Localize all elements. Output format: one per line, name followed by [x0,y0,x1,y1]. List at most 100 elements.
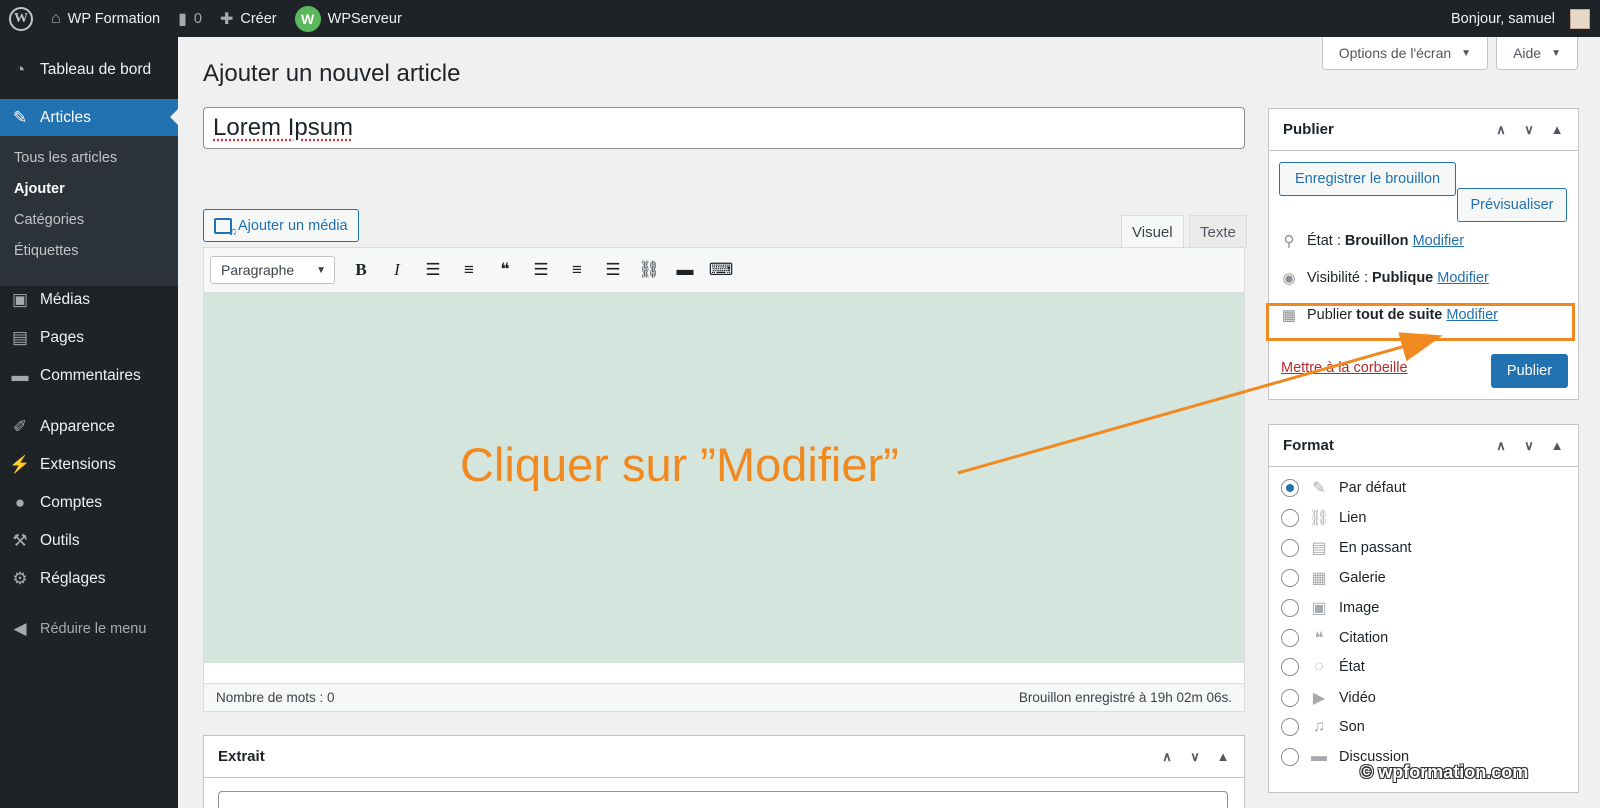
visibility-row: ◉ Visibilité : Publique Modifier [1279,269,1489,287]
format-option-video[interactable]: ▶ Vidéo [1281,688,1376,708]
menu-label: Médias [40,290,90,308]
radio-button[interactable] [1281,599,1299,617]
publish-time-row: ▦ Publier tout de suite Modifier [1279,306,1498,324]
menu-item-appearance[interactable]: ✐ Apparence [0,408,178,445]
format-option-label: Son [1339,719,1365,735]
media-icon: ▣ [11,289,29,309]
align-left-icon[interactable]: ☰ [523,255,559,285]
aside-icon: ▤ [1311,540,1327,557]
site-name-label: WP Formation [67,10,161,27]
format-box: Format ∧ ∨ ▲ ✎ Par défaut ⛓ Lien ▤ En pa… [1268,424,1579,793]
format-option-label: Galerie [1339,570,1386,586]
move-down-icon[interactable]: ∨ [1522,438,1536,454]
submenu-categories[interactable]: Catégories [14,212,84,228]
link-icon[interactable]: ⛓ [631,255,667,285]
bullet-list-icon[interactable]: ☰ [415,255,451,285]
align-right-icon[interactable]: ☰ [595,255,631,285]
menu-item-dashboard[interactable]: ◔ Tableau de bord [0,51,178,88]
format-option-gallery[interactable]: ▦ Galerie [1281,568,1386,588]
format-option-image[interactable]: ▣ Image [1281,598,1379,618]
help-button[interactable]: Aide ▼ [1496,37,1578,70]
status-label: État : [1307,233,1341,249]
menu-label: Pages [40,328,84,346]
move-up-icon[interactable]: ∧ [1494,122,1508,138]
tab-visual[interactable]: Visuel [1121,215,1184,248]
collapse-menu-button[interactable]: ◀ Réduire le menu [0,610,178,647]
format-select-value: Paragraphe [221,262,295,278]
radio-button[interactable] [1281,539,1299,557]
menu-item-pages[interactable]: ▤ Pages [0,319,178,356]
tab-text[interactable]: Texte [1189,215,1247,248]
site-name-menu[interactable]: ⌂ WP Formation [42,0,169,37]
publish-box-header[interactable]: Publier ∧ ∨ ▲ [1269,109,1578,151]
comments-menu[interactable]: ▮ 0 [169,0,211,37]
format-box-header[interactable]: Format ∧ ∨ ▲ [1269,425,1578,467]
publish-box-title: Publier [1283,121,1334,138]
screen-options-button[interactable]: Options de l'écran ▼ [1321,37,1489,70]
radio-button[interactable] [1281,748,1299,766]
submenu-tags[interactable]: Étiquettes [14,243,79,259]
radio-button[interactable] [1281,479,1299,497]
add-media-button[interactable]: Ajouter un média [203,209,359,242]
menu-item-settings[interactable]: ⚙ Réglages [0,560,178,597]
move-up-icon[interactable]: ∧ [1160,749,1174,765]
submenu-all-posts[interactable]: Tous les articles [14,150,117,166]
read-more-icon[interactable]: ▬ [667,255,703,285]
menu-item-accounts[interactable]: ● Comptes [0,484,178,521]
blockquote-icon[interactable]: ❝ [487,255,523,285]
edit-status-link[interactable]: Modifier [1413,233,1465,249]
save-draft-button[interactable]: Enregistrer le brouillon [1279,162,1456,196]
new-content-menu[interactable]: ✚ Créer [211,0,286,37]
format-option-standard[interactable]: ✎ Par défaut [1281,478,1406,498]
move-down-icon[interactable]: ∨ [1522,122,1536,138]
toolbar-toggle-icon[interactable]: ⌨ [703,255,739,285]
format-option-quote[interactable]: ❝ Citation [1281,628,1388,648]
publish-button[interactable]: Publier [1491,354,1568,388]
pushpin-icon: ✎ [12,107,28,127]
comments-count: 0 [193,10,202,27]
toggle-panel-icon[interactable]: ▲ [1550,122,1564,138]
bold-icon[interactable]: B [343,255,379,285]
numbered-list-icon[interactable]: ≡ [451,255,487,285]
move-up-icon[interactable]: ∧ [1494,438,1508,454]
menu-item-extensions[interactable]: ⚡ Extensions [0,446,178,483]
radio-button[interactable] [1281,689,1299,707]
pin-icon: ⚲ [1283,233,1295,250]
format-select[interactable]: Paragraphe ▼ [210,256,335,284]
menu-item-articles[interactable]: ✎ Articles [0,99,178,136]
format-option-aside[interactable]: ▤ En passant [1281,538,1412,558]
format-option-audio[interactable]: ♫ Son [1281,718,1365,736]
format-option-status[interactable]: ◌ État [1281,658,1365,676]
move-to-trash-link[interactable]: Mettre à la corbeille [1281,360,1408,376]
radio-button[interactable] [1281,658,1299,676]
toggle-panel-icon[interactable]: ▲ [1216,749,1230,765]
format-option-link[interactable]: ⛓ Lien [1281,508,1366,528]
radio-button[interactable] [1281,718,1299,736]
excerpt-box-header[interactable]: Extrait ∧ ∨ ▲ [204,736,1244,778]
draft-saved-status: Brouillon enregistré à 19h 02m 06s. [1018,690,1232,705]
edit-publish-time-link[interactable]: Modifier [1446,307,1498,323]
menu-item-comments[interactable]: ▬ Commentaires [0,357,178,394]
align-center-icon[interactable]: ≡ [559,255,595,285]
wpserveur-menu[interactable]: W WPServeur [286,0,411,37]
menu-label: Articles [40,108,91,126]
radio-button[interactable] [1281,569,1299,587]
preview-button[interactable]: Prévisualiser [1457,188,1567,222]
edit-visibility-link[interactable]: Modifier [1437,270,1489,286]
italic-icon[interactable]: I [379,255,415,285]
submenu-add-new[interactable]: Ajouter [14,181,65,197]
menu-item-medias[interactable]: ▣ Médias [0,281,178,318]
post-title-input[interactable]: Lorem Ipsum [203,107,1245,149]
greeting-label: Bonjour, samuel [1451,10,1555,27]
move-down-icon[interactable]: ∨ [1188,749,1202,765]
caret-down-icon: ▼ [1461,47,1472,59]
toggle-panel-icon[interactable]: ▲ [1550,438,1564,454]
menu-item-tools[interactable]: ⚒ Outils [0,522,178,559]
wp-logo-menu[interactable]: W [0,0,42,37]
radio-button[interactable] [1281,509,1299,527]
radio-button[interactable] [1281,629,1299,647]
menu-label: Réduire le menu [40,620,147,637]
music-note-icon: ♫ [1313,718,1325,735]
excerpt-textarea[interactable] [218,791,1228,808]
account-menu[interactable]: Bonjour, samuel [1442,0,1600,37]
